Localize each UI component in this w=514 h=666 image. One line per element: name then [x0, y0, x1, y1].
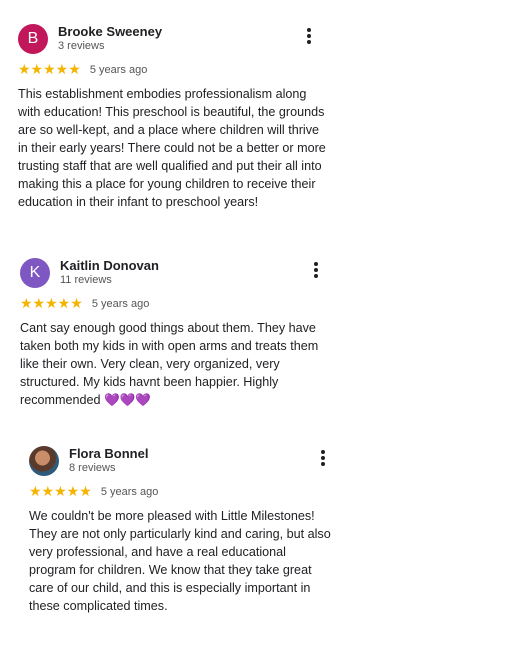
reviewer-name[interactable]: Flora Bonnel [69, 446, 148, 461]
review-text: We couldn't be more pleased with Little … [29, 509, 331, 613]
review-count: 11 reviews [60, 274, 112, 286]
review-count: 3 reviews [58, 40, 105, 52]
reviewer-name[interactable]: Kaitlin Donovan [60, 258, 159, 273]
more-vert-icon[interactable] [305, 28, 313, 46]
review-card: K Kaitlin Donovan 11 reviews ★★★★★ 5 yea… [20, 256, 330, 409]
review-meta: ★★★★★ 5 years ago [18, 61, 328, 77]
review-meta: ★★★★★ 5 years ago [20, 295, 330, 311]
reviewer-name[interactable]: Brooke Sweeney [58, 24, 162, 39]
review-date: 5 years ago [100, 486, 159, 498]
review-card: Flora Bonnel 8 reviews ★★★★★ 5 years ago… [29, 444, 331, 615]
avatar[interactable] [29, 446, 59, 476]
more-vert-icon[interactable] [319, 450, 327, 468]
avatar[interactable]: K [20, 258, 50, 288]
review-meta: ★★★★★ 5 years ago [29, 483, 331, 499]
review-date: 5 years ago [89, 64, 148, 76]
review-header: K Kaitlin Donovan 11 reviews [20, 256, 330, 290]
review-date: 5 years ago [91, 298, 150, 310]
star-rating: ★★★★★ [20, 295, 83, 311]
review-count: 8 reviews [69, 462, 116, 474]
review-text: This establishment embodies professional… [18, 87, 326, 209]
review-header: Flora Bonnel 8 reviews [29, 444, 331, 478]
more-vert-icon[interactable] [312, 262, 320, 280]
star-rating: ★★★★★ [18, 61, 81, 77]
review-header: B Brooke Sweeney 3 reviews [18, 22, 328, 56]
review-card: B Brooke Sweeney 3 reviews ★★★★★ 5 years… [18, 22, 328, 211]
star-rating: ★★★★★ [29, 483, 92, 499]
avatar[interactable]: B [18, 24, 48, 54]
review-text: Cant say enough good things about them. … [20, 321, 319, 407]
